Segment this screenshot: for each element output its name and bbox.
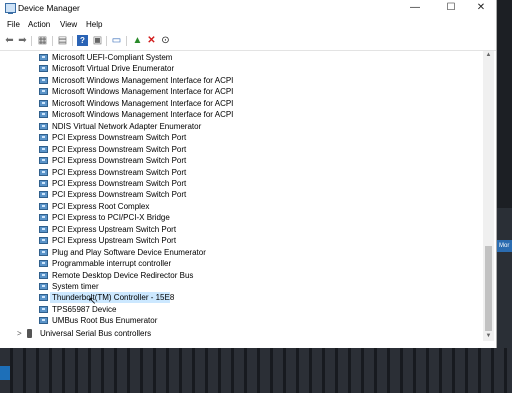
background-window [496, 208, 512, 348]
device-icon [39, 214, 48, 222]
show-hide-tree-icon[interactable]: ▦ [37, 35, 48, 46]
toolbar-separator [72, 36, 73, 46]
toolbar-separator [106, 36, 107, 46]
device-icon [39, 157, 48, 165]
device-icon [39, 122, 48, 130]
device-icon [39, 99, 48, 107]
device-icon [39, 65, 48, 73]
disable-icon[interactable]: ⊙ [160, 35, 171, 46]
forward-icon[interactable]: ➡ [17, 35, 28, 46]
background-window-label: Mor [497, 240, 512, 252]
menu-bar: File Action View Help [0, 18, 496, 31]
mouse-cursor-icon: ↖ [88, 296, 97, 307]
device-icon [39, 54, 48, 61]
device-icon [39, 317, 48, 325]
menu-help[interactable]: Help [86, 20, 102, 29]
device-label: NDIS Virtual Network Adapter Enumerator [52, 121, 202, 131]
update-driver-icon[interactable]: ▲ [132, 35, 143, 46]
device-label: TPS65987 Device [52, 304, 117, 314]
device-label: PCI Express Upstream Switch Port [52, 236, 177, 246]
device-label: Remote Desktop Device Redirector Bus [52, 270, 194, 280]
device-icon [39, 260, 48, 268]
back-icon[interactable]: ⬅ [4, 35, 15, 46]
device-label: Microsoft Windows Management Interface f… [52, 110, 234, 120]
menu-action[interactable]: Action [28, 20, 50, 29]
device-icon [39, 179, 48, 187]
device-icon [39, 237, 48, 245]
device-icon [39, 88, 48, 96]
device-label: Microsoft Virtual Drive Enumerator [52, 64, 175, 74]
device-label: PCI Express Root Complex [52, 201, 150, 211]
close-button[interactable]: ✕ [466, 0, 496, 16]
device-label: Plug and Play Software Device Enumerator [52, 247, 206, 257]
device-label: PCI Express Upstream Switch Port [52, 224, 177, 234]
device-icon [39, 134, 48, 142]
category-label: Universal Serial Bus controllers [40, 329, 152, 338]
menu-file[interactable]: File [7, 20, 20, 29]
toolbar-separator [52, 36, 53, 46]
uninstall-icon[interactable]: ✕ [146, 35, 157, 46]
device-icon [39, 225, 48, 233]
device-icon [39, 271, 48, 279]
toolbar-separator [31, 36, 32, 46]
device-label: PCI Express Downstream Switch Port [52, 144, 187, 154]
device-manager-window: Device Manager — ☐ ✕ File Action View He… [0, 0, 497, 348]
device-icon [39, 294, 48, 302]
device-label: Microsoft Windows Management Interface f… [52, 87, 234, 97]
minimize-button[interactable]: — [400, 0, 430, 16]
expand-chevron-icon[interactable]: > [17, 328, 22, 339]
device-icon [39, 76, 48, 84]
device-icon [39, 111, 48, 119]
device-label: Thunderbolt(TM) Controller - 15E8 [52, 293, 175, 303]
device-label: System timer [52, 282, 99, 291]
device-label: PCI Express Downstream Switch Port [52, 156, 187, 166]
device-icon [39, 248, 48, 256]
scroll-up-icon[interactable]: ▲ [483, 51, 494, 60]
device-icon [39, 168, 48, 176]
toolbar: ⬅ ➡ ▦ ▤ ? ▣ ▭ ▲ ✕ ⊙ [0, 32, 496, 51]
device-label: UMBus Root Bus Enumerator [52, 316, 158, 326]
usb-icon [27, 329, 32, 338]
maximize-button[interactable]: ☐ [436, 0, 466, 16]
help-icon[interactable]: ? [77, 35, 88, 46]
taskbar-accent [0, 366, 10, 380]
device-icon [39, 191, 48, 199]
device-label: Microsoft Windows Management Interface f… [52, 98, 234, 108]
device-label: PCI Express Downstream Switch Port [52, 167, 187, 177]
device-label: Programmable interrupt controller [52, 259, 172, 269]
device-label: PCI Express Downstream Switch Port [52, 178, 187, 188]
device-label: PCI Express Downstream Switch Port [52, 190, 187, 200]
device-manager-icon [5, 3, 16, 14]
device-icon [39, 283, 48, 290]
device-icon [39, 202, 48, 210]
window-title: Device Manager [18, 3, 80, 13]
vertical-scrollbar[interactable]: ▲ ▼ [483, 51, 494, 341]
device-icon [39, 145, 48, 153]
toolbar-separator [126, 36, 127, 46]
menu-view[interactable]: View [60, 20, 77, 29]
scan-hardware-icon[interactable]: ▭ [111, 35, 122, 46]
title-bar: Device Manager — ☐ ✕ [0, 0, 496, 16]
device-tree: Microsoft UEFI-Compliant System Microsoft… [0, 51, 482, 341]
device-icon [39, 305, 48, 313]
device-label: Microsoft UEFI-Compliant System [52, 53, 173, 62]
scroll-down-icon[interactable]: ▼ [483, 332, 494, 341]
device-label: PCI Express Downstream Switch Port [52, 133, 187, 143]
device-label: PCI Express to PCI/PCI-X Bridge [52, 213, 170, 223]
desktop-background [0, 345, 512, 393]
device-label: Microsoft Windows Management Interface f… [52, 75, 234, 85]
scrollbar-thumb[interactable] [485, 246, 492, 331]
properties-icon[interactable]: ▤ [57, 35, 68, 46]
view-icon[interactable]: ▣ [92, 35, 103, 46]
